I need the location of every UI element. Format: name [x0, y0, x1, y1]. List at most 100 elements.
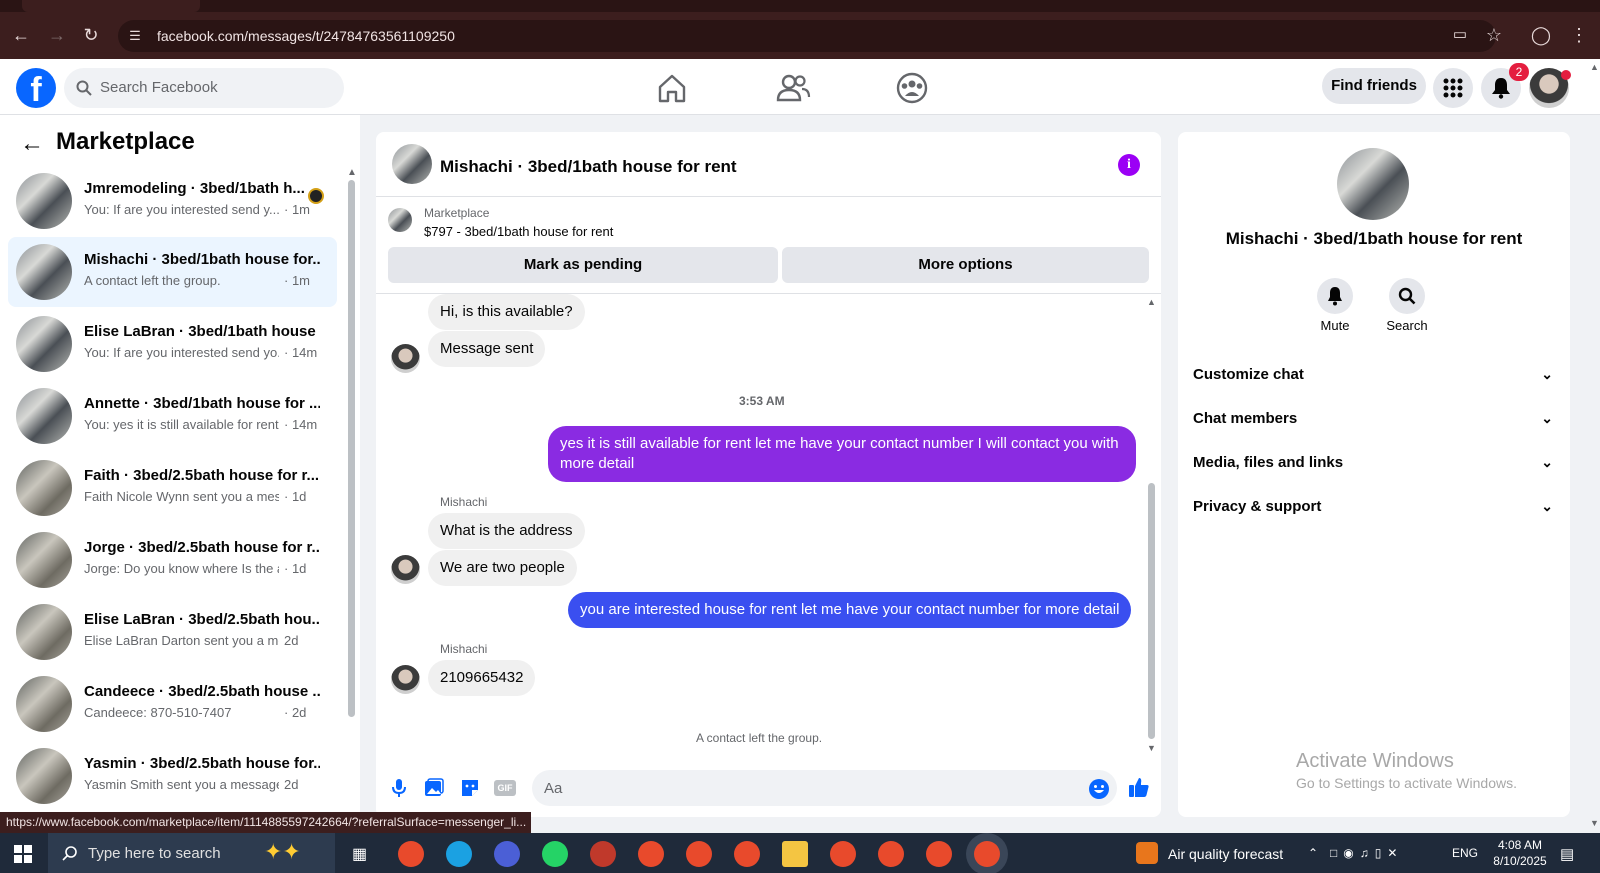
conversation-name: Yasmin · 3bed/2.5bath house for...: [84, 755, 320, 772]
chrome-app-icon[interactable]: [926, 841, 952, 867]
chrome-app-icon[interactable]: [734, 841, 760, 867]
weather-text[interactable]: Air quality forecast: [1168, 846, 1283, 862]
message-bubble[interactable]: Message sent: [428, 331, 546, 367]
conversation-time: · 14m: [284, 417, 318, 432]
reload-icon[interactable]: ↻: [80, 24, 102, 46]
message-bubble[interactable]: We are two people: [428, 550, 577, 586]
outgoing-message-bubble[interactable]: yes it is still available for rent let m…: [548, 426, 1136, 482]
sidebar-scrollbar[interactable]: [348, 180, 355, 717]
tray-icons[interactable]: □◉♫▯✕: [1330, 846, 1403, 860]
app-icon[interactable]: [494, 841, 520, 867]
tray-chevron-icon[interactable]: ⌃: [1308, 846, 1318, 860]
vpn-app-icon[interactable]: [590, 841, 616, 867]
section-label: Privacy & support: [1193, 498, 1322, 515]
search-chat-button[interactable]: [1389, 278, 1425, 314]
section-label: Customize chat: [1193, 366, 1304, 383]
back-icon[interactable]: ←: [10, 24, 32, 46]
clock-date[interactable]: 8/10/2025: [1488, 854, 1552, 868]
browser-menu-icon[interactable]: ⋮: [1568, 24, 1590, 46]
weather-icon[interactable]: [1136, 842, 1158, 864]
site-settings-icon[interactable]: ☰: [124, 25, 146, 47]
windows-start-icon[interactable]: [14, 845, 32, 863]
friends-icon[interactable]: [775, 70, 811, 106]
chevron-down-icon: ⌄: [1541, 498, 1553, 514]
task-view-icon[interactable]: ▦: [352, 844, 367, 864]
notification-center-icon[interactable]: ▤: [1560, 845, 1574, 863]
chat-scrollbar[interactable]: [1148, 483, 1155, 739]
conversation-item[interactable]: Mishachi · 3bed/1bath house for... A cont…: [8, 237, 337, 307]
conversation-item[interactable]: Elise LaBran · 3bed/2.5bath hou... Elise …: [8, 597, 337, 667]
profile-icon[interactable]: ◯: [1530, 24, 1552, 46]
chrome-app-icon[interactable]: [686, 841, 712, 867]
mark-as-pending-button[interactable]: Mark as pending: [388, 247, 778, 283]
conversation-name: Annette · 3bed/1bath house for ...: [84, 395, 320, 412]
file-explorer-icon[interactable]: [782, 841, 808, 867]
conversation-avatar: [16, 460, 72, 516]
message-bubble[interactable]: What is the address: [428, 513, 585, 549]
microphone-icon[interactable]: [388, 777, 410, 799]
message-bubble[interactable]: 2109665432: [428, 660, 536, 696]
search-input[interactable]: Search Facebook: [64, 68, 344, 108]
scroll-up-icon[interactable]: ▲: [1147, 297, 1156, 307]
conversation-item[interactable]: Yasmin · 3bed/2.5bath house for... Yasmin…: [8, 741, 337, 811]
mute-button[interactable]: [1317, 278, 1353, 314]
more-options-button[interactable]: More options: [782, 247, 1149, 283]
chat-title[interactable]: Mishachi · 3bed/1bath house for rent: [440, 157, 737, 177]
home-icon[interactable]: [654, 70, 690, 106]
customize-chat-section[interactable]: Customize chat ⌄: [1193, 366, 1553, 383]
find-friends-button[interactable]: Find friends: [1322, 68, 1426, 104]
scroll-up-icon[interactable]: ▲: [347, 167, 357, 178]
sender-name: Mishachi: [440, 495, 488, 509]
scroll-down-icon[interactable]: ▼: [1147, 743, 1156, 753]
conversation-item[interactable]: Candeece · 3bed/2.5bath house ... Candeec…: [8, 669, 337, 739]
conversation-preview: You: If are you interested send y...: [84, 202, 279, 217]
whatsapp-icon[interactable]: [542, 841, 568, 867]
chrome-app-icon[interactable]: [830, 841, 856, 867]
listing-title[interactable]: $797 - 3bed/1bath house for rent: [424, 224, 613, 239]
chrome-app-icon[interactable]: [878, 841, 904, 867]
menu-button[interactable]: [1433, 68, 1473, 108]
scroll-down-icon[interactable]: ▼: [1590, 818, 1599, 828]
conversation-item[interactable]: Annette · 3bed/1bath house for ... You: y…: [8, 381, 337, 451]
sticker-icon[interactable]: [459, 777, 481, 799]
install-app-icon[interactable]: ▭: [1449, 24, 1471, 46]
message-input[interactable]: [532, 770, 1117, 806]
conversation-item[interactable]: Elise LaBran · 3bed/1bath house ... You: …: [8, 309, 337, 379]
conversation-item[interactable]: Jorge · 3bed/2.5bath house for r... Jorge…: [8, 525, 337, 595]
info-icon[interactable]: i: [1118, 154, 1140, 176]
sender-avatar[interactable]: [391, 555, 420, 584]
thumbs-up-icon[interactable]: [1128, 776, 1150, 798]
clock-time[interactable]: 4:08 AM: [1488, 838, 1552, 852]
media-files-links-section[interactable]: Media, files and links ⌄: [1193, 454, 1553, 471]
conversation-item[interactable]: Jmremodeling · 3bed/1bath h... You: If ar…: [8, 166, 337, 236]
scroll-up-icon[interactable]: ▲: [1590, 62, 1599, 72]
message-bubble[interactable]: Hi, is this available?: [428, 294, 585, 330]
conversation-preview: Candeece: 870-510-7407: [84, 705, 232, 720]
forward-icon[interactable]: →: [46, 24, 68, 46]
taskbar-search[interactable]: Type here to search ✦✦: [48, 833, 335, 873]
conversation-item[interactable]: Faith · 3bed/2.5bath house for r... Faith…: [8, 453, 337, 523]
photo-icon[interactable]: [423, 777, 445, 799]
chrome-app-icon[interactable]: [974, 841, 1000, 867]
sender-avatar[interactable]: [391, 344, 420, 373]
sender-avatar[interactable]: [391, 665, 420, 694]
outgoing-message-bubble[interactable]: you are interested house for rent let me…: [568, 592, 1132, 628]
back-arrow-icon[interactable]: ←: [20, 131, 44, 157]
conversation-preview: You: yes it is still available for rent.…: [84, 417, 279, 432]
privacy-support-section[interactable]: Privacy & support ⌄: [1193, 498, 1553, 515]
edge-app-icon[interactable]: [446, 841, 472, 867]
groups-icon[interactable]: [894, 70, 930, 106]
listing-thumbnail[interactable]: [388, 208, 412, 232]
chrome-app-icon[interactable]: [638, 841, 664, 867]
chat-avatar[interactable]: [392, 144, 432, 184]
language-indicator[interactable]: ENG: [1452, 846, 1478, 860]
browser-tab[interactable]: [22, 0, 200, 12]
gif-icon[interactable]: GIF: [494, 780, 516, 796]
emoji-icon[interactable]: [1088, 778, 1110, 800]
chrome-app-icon[interactable]: [398, 841, 424, 867]
conversation-preview: A contact left the group.: [84, 273, 221, 288]
facebook-logo-icon[interactable]: f: [16, 68, 56, 108]
bookmark-star-icon[interactable]: ☆: [1483, 24, 1505, 46]
details-avatar[interactable]: [1337, 148, 1409, 220]
chat-members-section[interactable]: Chat members ⌄: [1193, 410, 1553, 427]
